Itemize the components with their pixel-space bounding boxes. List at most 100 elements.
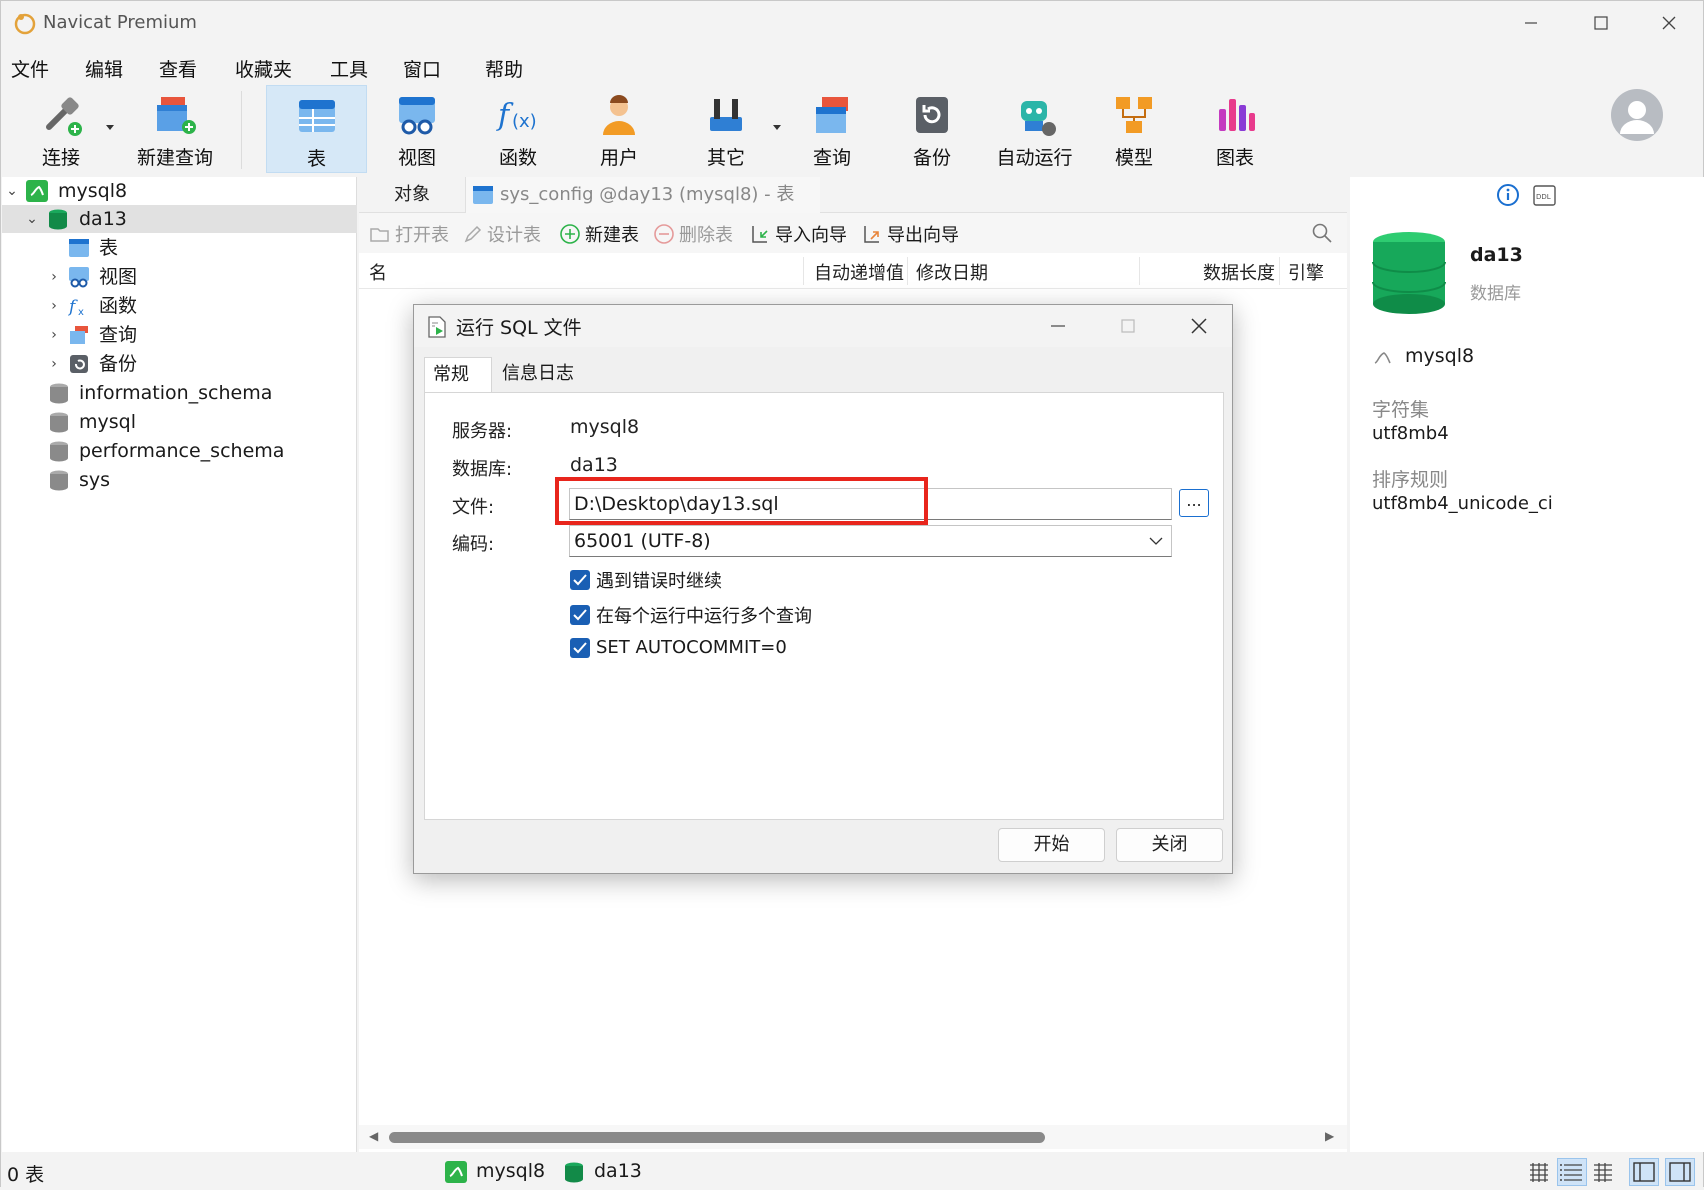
menu-bar: 文件 编辑 查看 收藏夹 工具 窗口 帮助: [1, 47, 1703, 85]
scroll-right-icon[interactable]: ▶: [1325, 1129, 1334, 1143]
detail-view-icon[interactable]: [1591, 1160, 1615, 1184]
minimize-icon[interactable]: [1050, 318, 1066, 334]
model-icon: [1116, 97, 1152, 133]
open-table-button[interactable]: 打开表: [369, 221, 449, 247]
svg-text:DDL: DDL: [1536, 193, 1551, 201]
toolbar-new-query-button[interactable]: 新建查询: [125, 85, 225, 173]
search-icon[interactable]: [1311, 222, 1333, 244]
close-icon[interactable]: [1190, 317, 1208, 335]
close-window-button[interactable]: [1634, 1, 1704, 45]
menu-file[interactable]: 文件: [11, 55, 49, 82]
chevron-right-icon[interactable]: ›: [46, 350, 62, 378]
function-icon: fx: [68, 297, 84, 317]
tree-item-backups[interactable]: › 备份: [2, 350, 357, 378]
database-open-icon: [49, 209, 67, 230]
autocommit-checkbox[interactable]: SET AUTOCOMMIT=0: [570, 637, 787, 658]
app-window: Navicat Premium 文件 编辑 查看 收藏夹 工具 窗口 帮助 连接…: [0, 0, 1704, 1188]
column-modified-date[interactable]: 修改日期: [916, 259, 988, 285]
design-table-button[interactable]: 设计表: [463, 221, 541, 247]
window-title: Navicat Premium: [43, 12, 197, 33]
column-divider: [907, 257, 908, 285]
toolbar-backup-button[interactable]: 备份: [892, 85, 972, 173]
tree-database-mysql[interactable]: mysql: [2, 408, 357, 436]
dialog-general-panel: 服务器: mysql8 数据库: da13 文件: D:\Desktop\day…: [424, 392, 1224, 820]
chevron-right-icon[interactable]: ›: [46, 292, 62, 320]
checkmark-icon: [570, 637, 590, 658]
toolbar-chart-button[interactable]: 图表: [1195, 85, 1275, 173]
toolbar-view-button[interactable]: 视图: [377, 85, 457, 173]
tab-general[interactable]: 常规: [424, 357, 492, 393]
import-wizard-button[interactable]: 导入向导: [749, 221, 847, 247]
tree-item-queries[interactable]: › 查询: [2, 321, 357, 349]
grid-view-icon[interactable]: [1527, 1160, 1551, 1184]
tree-database-information-schema[interactable]: information_schema: [2, 379, 357, 407]
export-wizard-button[interactable]: 导出向导: [861, 221, 959, 247]
database-large-icon: [1372, 232, 1446, 314]
tab-objects[interactable]: 对象: [394, 177, 464, 213]
menu-edit[interactable]: 编辑: [85, 55, 123, 82]
toolbar-function-button[interactable]: f (x) 函数: [478, 85, 558, 173]
horizontal-scrollbar[interactable]: ◀ ▶: [359, 1125, 1347, 1149]
column-auto-increment[interactable]: 自动递增值: [814, 259, 904, 285]
menu-tools[interactable]: 工具: [330, 55, 368, 82]
new-query-icon: [157, 97, 196, 134]
scroll-left-icon[interactable]: ◀: [369, 1129, 378, 1143]
close-icon: [1662, 16, 1676, 30]
query-icon: [70, 326, 88, 344]
continue-on-error-checkbox[interactable]: 遇到错误时继续: [570, 567, 722, 593]
encoding-select[interactable]: 65001 (UTF-8): [569, 525, 1172, 557]
toolbar-model-button[interactable]: 模型: [1094, 85, 1174, 173]
navicat-logo-icon: [14, 13, 36, 35]
toolbar-table-button[interactable]: 表: [266, 85, 367, 173]
tree-database-da13[interactable]: ⌄ da13: [2, 205, 357, 233]
column-name[interactable]: 名: [369, 259, 387, 285]
menu-view[interactable]: 查看: [159, 55, 197, 82]
other-dropdown-icon[interactable]: [773, 125, 781, 130]
database-icon: [50, 383, 68, 404]
tree-item-functions[interactable]: › fx 函数: [2, 292, 357, 320]
chevron-down-icon[interactable]: ⌄: [4, 177, 20, 205]
list-view-icon[interactable]: [1557, 1158, 1587, 1186]
tree-database-performance-schema[interactable]: performance_schema: [2, 437, 357, 465]
maximize-icon: [1121, 319, 1135, 333]
encoding-label: 编码:: [452, 534, 495, 555]
robot-icon: [1020, 101, 1056, 136]
column-engine[interactable]: 引擎: [1288, 259, 1324, 285]
tab-sys-config[interactable]: sys_config @day13 (mysql8) - 表: [465, 177, 820, 213]
tree-item-tables[interactable]: 表: [2, 234, 357, 262]
tree-item-views[interactable]: › 视图: [2, 263, 357, 291]
panel-right-icon[interactable]: [1665, 1158, 1695, 1186]
avatar[interactable]: [1611, 89, 1663, 141]
toolbar-other-button[interactable]: 其它: [686, 85, 766, 173]
ddl-icon[interactable]: DDL: [1533, 185, 1557, 207]
column-data-length[interactable]: 数据长度: [1203, 259, 1275, 285]
browse-button[interactable]: ...: [1179, 489, 1209, 517]
chevron-right-icon[interactable]: ›: [46, 321, 62, 349]
tab-message-log[interactable]: 信息日志: [494, 357, 582, 393]
chevron-right-icon[interactable]: ›: [46, 263, 62, 291]
panel-left-icon[interactable]: [1629, 1158, 1659, 1186]
tree-connection-mysql8[interactable]: ⌄ mysql8: [2, 177, 357, 205]
delete-table-button[interactable]: 删除表: [653, 221, 733, 247]
toolbar-query-button[interactable]: 查询: [792, 85, 872, 173]
close-button[interactable]: 关闭: [1116, 828, 1223, 862]
minimize-icon: [1525, 22, 1537, 24]
scrollbar-thumb[interactable]: [389, 1132, 1045, 1143]
connect-dropdown-icon[interactable]: [106, 125, 114, 130]
toolbar-connect-button[interactable]: 连接: [21, 85, 101, 173]
sql-file-run-icon: [428, 316, 446, 338]
new-table-button[interactable]: 新建表: [559, 221, 639, 247]
menu-help[interactable]: 帮助: [485, 55, 523, 82]
tree-database-sys[interactable]: sys: [2, 466, 357, 494]
start-button[interactable]: 开始: [998, 828, 1105, 862]
toolbar-user-button[interactable]: 用户: [579, 85, 659, 173]
main-toolbar: 连接 新建查询 表 视图 f (x) 函数 用户 其它 查询 备份 自动运行 模…: [1, 85, 1703, 175]
info-icon[interactable]: [1496, 183, 1520, 207]
multiple-queries-checkbox[interactable]: 在每个运行中运行多个查询: [570, 602, 812, 628]
menu-favorites[interactable]: 收藏夹: [235, 55, 292, 82]
menu-window[interactable]: 窗口: [403, 55, 441, 82]
toolbar-automation-button[interactable]: 自动运行: [992, 85, 1077, 173]
chevron-down-icon[interactable]: ⌄: [24, 205, 40, 233]
maximize-button[interactable]: [1566, 1, 1636, 45]
minimize-button[interactable]: [1496, 1, 1566, 45]
